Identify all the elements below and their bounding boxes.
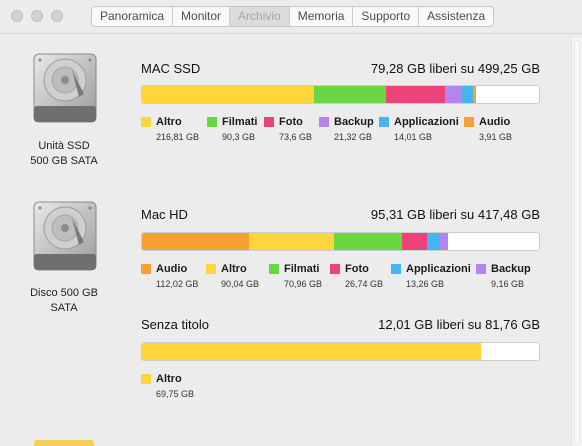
- usage-bar: [141, 85, 540, 104]
- volume-free-space: 95,31 GB liberi su 417,48 GB: [370, 207, 540, 222]
- legend-label: Altro: [156, 116, 182, 128]
- legend-swatch: [141, 264, 151, 274]
- usage-segment-applicazioni: [427, 233, 440, 250]
- legend-size: 90,3 GB: [222, 132, 256, 142]
- legend-size: 14,01 GB: [394, 132, 433, 142]
- tab-panoramica[interactable]: Panoramica: [92, 7, 174, 26]
- volume-name: Mac HD: [141, 207, 188, 222]
- volume-free-space: 79,28 GB liberi su 499,25 GB: [370, 61, 540, 76]
- volume-name: MAC SSD: [141, 61, 201, 76]
- legend-swatch: [141, 374, 151, 384]
- legend-size: 26,74 GB: [345, 279, 384, 289]
- usage-segment-altro: [142, 86, 315, 103]
- legend-swatch: [141, 117, 151, 127]
- legend-swatch: [379, 117, 389, 127]
- minimize-window-button[interactable]: [31, 10, 43, 22]
- tab-supporto[interactable]: Supporto: [353, 7, 420, 26]
- usage-bar: [141, 342, 540, 361]
- legend-swatch: [264, 117, 274, 127]
- drive-label-hdd: Disco 500 GB SATA: [9, 286, 119, 316]
- legend-size: 216,81 GB: [156, 132, 200, 142]
- usage-bar: [141, 232, 540, 251]
- volume-free-space: 12,01 GB liberi su 81,76 GB: [378, 317, 540, 332]
- usage-segment-altro: [248, 233, 335, 250]
- legend-size: 112,02 GB: [156, 279, 199, 289]
- legend-label: Audio: [479, 116, 511, 128]
- legend-swatch: [330, 264, 340, 274]
- tab-monitor[interactable]: Monitor: [173, 7, 231, 26]
- legend-swatch: [206, 264, 216, 274]
- legend-label: Foto: [279, 116, 303, 128]
- usage-segment-audio: [142, 233, 249, 250]
- drive-icon-partial: [34, 440, 94, 446]
- legend-label: Altro: [221, 263, 247, 275]
- tab-assistenza[interactable]: Assistenza: [419, 7, 493, 26]
- close-window-button[interactable]: [11, 10, 23, 22]
- drive-label-line: Unità SSD: [38, 140, 90, 152]
- tab-bar: Panoramica Monitor Archivio Memoria Supp…: [91, 6, 495, 27]
- drive-label-line: SATA: [50, 302, 78, 314]
- usage-segment-altro: [142, 343, 481, 360]
- legend-label: Altro: [156, 373, 182, 385]
- tab-archivio[interactable]: Archivio: [230, 7, 290, 26]
- usage-segment-foto: [401, 233, 428, 250]
- hard-drive-icon: [32, 200, 98, 272]
- legend-swatch: [269, 264, 279, 274]
- tab-memoria[interactable]: Memoria: [290, 7, 354, 26]
- vertical-scrollbar[interactable]: [571, 38, 582, 446]
- legend-label: Applicazioni: [394, 116, 459, 128]
- legend-size: 3,91 GB: [479, 132, 513, 142]
- legend-label: Audio: [156, 263, 188, 275]
- scrollbar-thumb[interactable]: [574, 40, 580, 444]
- legend-label: Foto: [345, 263, 369, 275]
- drive-label-ssd: Unità SSD 500 GB SATA: [9, 139, 119, 169]
- legend-label: Filmati: [284, 263, 320, 275]
- legend-size: 21,32 GB: [334, 132, 373, 142]
- legend-swatch: [476, 264, 486, 274]
- hard-drive-icon: [32, 52, 98, 124]
- drive-label-line: 500 GB SATA: [30, 155, 98, 167]
- legend-size: 90,04 GB: [221, 279, 260, 289]
- legend-size: 73,6 GB: [279, 132, 313, 142]
- legend-label: Backup: [491, 263, 531, 275]
- legend-swatch: [319, 117, 329, 127]
- usage-segment-backup: [444, 86, 462, 103]
- usage-segment-audio: [472, 86, 476, 103]
- legend-swatch: [207, 117, 217, 127]
- usage-segment-foto: [386, 86, 445, 103]
- zoom-window-button[interactable]: [51, 10, 63, 22]
- legend-size: 69,75 GB: [156, 389, 195, 399]
- legend-swatch: [391, 264, 401, 274]
- usage-segment-filmati: [314, 86, 387, 103]
- legend-swatch: [464, 117, 474, 127]
- window-titlebar: Panoramica Monitor Archivio Memoria Supp…: [0, 0, 582, 34]
- legend-size: 9,16 GB: [491, 279, 525, 289]
- volume-name: Senza titolo: [141, 317, 209, 332]
- legend-size: 13,26 GB: [406, 279, 445, 289]
- usage-segment-applicazioni: [461, 86, 473, 103]
- drive-label-line: Disco 500 GB: [30, 287, 98, 299]
- legend-label: Filmati: [222, 116, 258, 128]
- legend-size: 70,96 GB: [284, 279, 323, 289]
- usage-segment-filmati: [334, 233, 402, 250]
- legend-label: Applicazioni: [406, 263, 471, 275]
- usage-segment-backup: [439, 233, 449, 250]
- legend-label: Backup: [334, 116, 374, 128]
